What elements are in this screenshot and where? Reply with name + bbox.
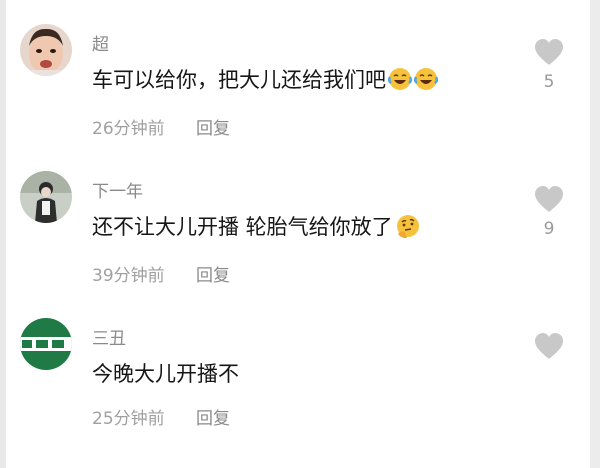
thinking-face-emoji-icon: [395, 214, 419, 239]
comment-meta: 26分钟前 回复: [92, 114, 230, 139]
comment-item: 超 车可以给你，把大儿还给我们吧 26分钟前 回复 5: [0, 0, 590, 148]
comment-list: 超 车可以给你，把大儿还给我们吧 26分钟前 回复 5 下一年 还不让大儿开播 …: [0, 0, 600, 468]
comment-text: 车可以给你，把大儿还给我们吧: [92, 64, 439, 94]
comment-text-content: 车可以给你，把大儿还给我们吧: [92, 68, 386, 92]
like-button[interactable]: 5: [532, 38, 566, 92]
username[interactable]: 下一年: [92, 177, 143, 202]
comment-text-content: 今晚大儿开播不: [92, 362, 239, 386]
comment-item: 下一年 还不让大儿开播 轮胎气给你放了 39分钟前 回复 9: [0, 147, 590, 295]
avatar[interactable]: [20, 171, 72, 223]
username[interactable]: 超: [92, 30, 109, 55]
laughing-crying-emoji-icon: [413, 67, 439, 91]
timestamp: 26分钟前: [92, 119, 165, 139]
like-button[interactable]: [532, 332, 566, 360]
reply-button[interactable]: 回复: [196, 119, 230, 139]
like-count: 5: [543, 72, 555, 92]
like-count: 9: [543, 219, 555, 239]
comment-item: 三丑 今晚大儿开播不 25分钟前 回复: [0, 294, 590, 442]
comment-text: 今晚大儿开播不: [92, 358, 239, 388]
comment-meta: 25分钟前 回复: [92, 404, 230, 429]
comment-text: 还不让大儿开播 轮胎气给你放了: [92, 211, 419, 241]
like-button[interactable]: 9: [532, 185, 566, 239]
username[interactable]: 三丑: [92, 324, 126, 349]
heart-icon: [535, 333, 563, 359]
timestamp: 25分钟前: [92, 409, 165, 429]
avatar[interactable]: [20, 24, 72, 76]
timestamp: 39分钟前: [92, 266, 165, 286]
reply-button[interactable]: 回复: [196, 409, 230, 429]
reply-button[interactable]: 回复: [196, 266, 230, 286]
laughing-crying-emoji-icon: [387, 67, 413, 91]
right-edge: [590, 0, 600, 468]
comment-text-content: 还不让大儿开播 轮胎气给你放了: [92, 215, 393, 239]
heart-icon: [535, 186, 563, 212]
heart-icon: [535, 39, 563, 65]
avatar[interactable]: [20, 318, 72, 370]
comment-meta: 39分钟前 回复: [92, 261, 230, 286]
